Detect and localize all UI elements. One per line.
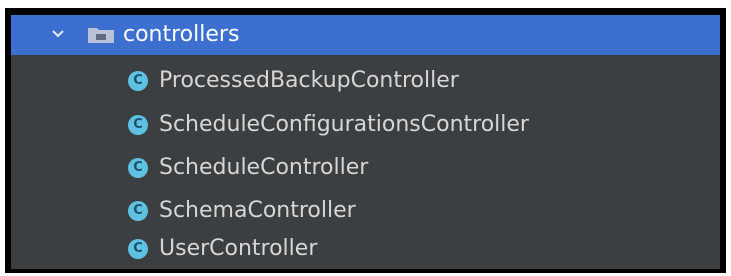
chevron-down-icon[interactable] [49,25,67,43]
tree-item-label: ProcessedBackupController [159,68,459,93]
class-icon: C [128,201,148,221]
tree-item-label: ScheduleConfigurationsController [159,112,529,137]
class-icon: C [128,158,148,178]
folder-label: controllers [123,22,240,47]
tree-item-label: ScheduleController [159,155,369,180]
folder-icon [88,28,114,43]
class-icon: C [128,71,148,91]
tree-item[interactable]: C UserController [11,229,720,269]
project-tree: controllers C ProcessedBackupController … [11,15,720,269]
tree-item[interactable]: C ScheduleConfigurationsController [11,105,720,145]
tree-item[interactable]: C SchemaController [11,191,720,231]
tree-item[interactable]: C ScheduleController [11,148,720,188]
tree-item-label: UserController [159,236,318,261]
class-icon: C [128,239,148,259]
tree-item[interactable]: C ProcessedBackupController [11,61,720,101]
tree-folder-controllers[interactable]: controllers [11,15,720,55]
class-icon: C [128,115,148,135]
tree-item-label: SchemaController [159,198,356,223]
